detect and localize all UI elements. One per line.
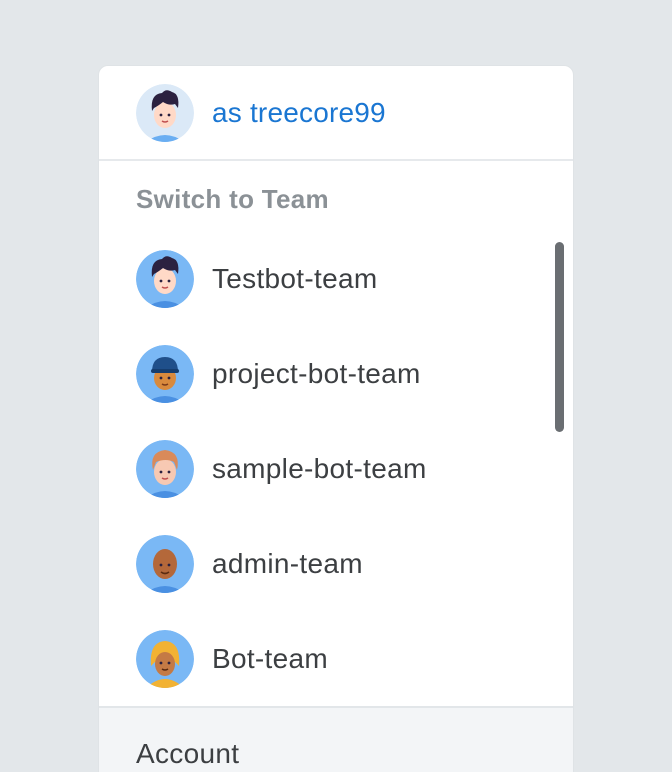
team-label: admin-team	[212, 547, 363, 579]
current-user-row[interactable]: as treecore99	[99, 66, 573, 161]
avatar-dark-hair-icon	[136, 249, 194, 308]
switch-to-team-heading: Switch to Team	[136, 184, 329, 214]
avatar-yellow-hood-icon	[136, 629, 194, 688]
team-label: Bot-team	[212, 642, 328, 674]
user-avatar-icon	[136, 83, 194, 142]
team-label: sample-bot-team	[212, 452, 427, 484]
current-user-label: as treecore99	[212, 96, 386, 128]
avatar-bald-icon	[136, 534, 194, 593]
team-item-bot-team[interactable]: Bot-team	[99, 611, 573, 706]
account-menu-item[interactable]: Account	[99, 706, 573, 772]
account-switcher-menu: as treecore99 Switch to Team Testbot-tea…	[98, 65, 574, 772]
team-label: project-bot-team	[212, 357, 421, 389]
account-label: Account	[136, 738, 240, 769]
team-label: Testbot-team	[212, 262, 378, 294]
team-list-scrollbar[interactable]	[555, 242, 564, 432]
avatar-cap-icon	[136, 344, 194, 403]
team-item-sample-bot-team[interactable]: sample-bot-team	[99, 421, 573, 516]
team-item-project-bot-team[interactable]: project-bot-team	[99, 326, 573, 421]
team-item-testbot-team[interactable]: Testbot-team	[99, 231, 573, 326]
team-list: Testbot-team project-bot-team sample-bot…	[99, 231, 573, 706]
team-item-admin-team[interactable]: admin-team	[99, 516, 573, 611]
avatar-ginger-hair-icon	[136, 439, 194, 498]
